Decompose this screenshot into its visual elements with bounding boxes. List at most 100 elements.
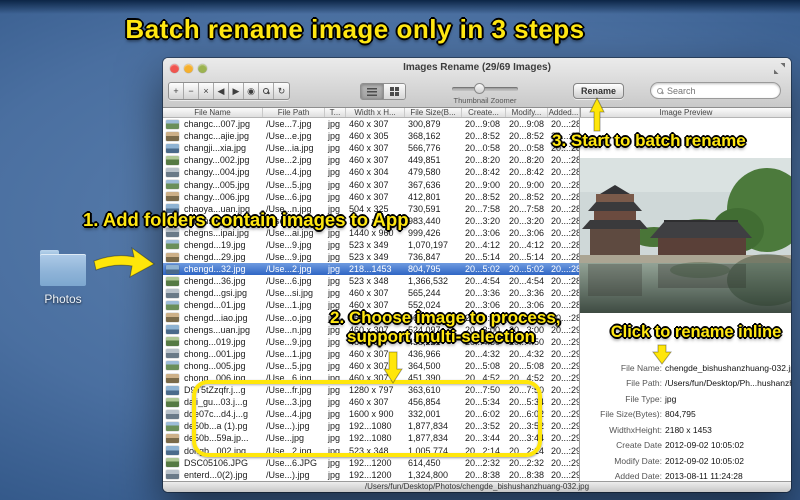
delete-button[interactable]: × [199,83,214,99]
info-row: File Size(Bytes): 804,795 [600,409,696,420]
file-thumbnail [166,192,179,202]
annotation-step3: 3. Start to batch rename [552,131,746,150]
file-thumbnail [166,397,179,407]
window-chrome: Images Rename (29/69 Images) + − × ◀ ▶ ◉ ↻ Thu… [163,58,791,108]
info-row: Create Date 2012-09-02 10:05:02 [616,440,744,451]
add-button[interactable]: + [169,83,184,99]
table-row[interactable]: chong...005.jpg/Use...5.jpg jpg 460 x 307 3… [163,360,579,372]
file-thumbnail [166,433,179,443]
file-thumbnail [166,276,179,286]
table-row[interactable]: chengd...32.jpg/Use...2.jpg jpg 218...1453… [163,263,579,276]
column-header-3[interactable]: T... [325,108,346,117]
file-thumbnail [166,264,179,274]
table-row[interactable]: changc...007.jpg/Use...7.jpg jpg 460 x 307… [163,118,579,130]
info-row: File Type: jpg [625,393,677,404]
file-thumbnail [166,458,179,468]
file-thumbnail [166,300,179,310]
table-row[interactable]: chengd...19.jpg/Use...9.jpg jpg 523 x 349 1… [163,239,579,251]
file-thumbnail [166,119,179,129]
info-row: WidthxHeight: 2180 x 1453 [609,424,712,435]
fullscreen-icon[interactable] [774,63,785,74]
annotation-step1: 1. Add folders contain images to App [83,209,409,230]
info-row: File Name: chengde_bishushanzhuang-032.jp… [620,362,791,373]
table-row[interactable]: changy...004.jpg/Use...4.jpg jpg 460 x 304… [163,166,579,178]
annotation-rename-inline: Click to rename inline [610,323,782,341]
grid-view-button[interactable] [383,84,405,99]
info-row: File Path:/Users/fun/Desktop/Ph...hushan… [626,378,791,389]
file-thumbnail [166,180,179,190]
table-row[interactable]: changji...xia.jpg/Use...ia.jpg jpg 460 x 3… [163,142,579,154]
search-tool-button[interactable] [259,83,274,99]
status-path: /Users/fun/Desktop/Photos/chengde_bishus… [364,482,590,491]
file-info-panel: File Name: chengde_bishushanzhuang-032.jp… [580,360,791,484]
thumbnail-zoomer-slider[interactable] [452,83,518,94]
column-header-8[interactable]: Added... [548,108,580,117]
file-thumbnail [166,446,179,456]
file-thumbnail [166,252,179,262]
search-input[interactable] [667,85,774,96]
table-row[interactable]: changy...005.jpg/Use...5.jpg jpg 460 x 307… [163,178,579,190]
file-thumbnail [166,240,179,250]
info-row: Modify Date: 2012-09-02 10:05:02 [614,455,744,466]
titlebar[interactable]: Images Rename (29/69 Images) [163,58,791,78]
magnifier-icon [263,88,269,94]
file-thumbnail [166,409,179,419]
remove-button[interactable]: − [184,83,199,99]
desktop: { "banner": "Batch rename image only in … [0,0,800,500]
thumbnail-zoomer-label: Thumbnail Zoomer [453,96,517,105]
annotation-step2: 2. Choose image to process, support mult… [330,308,561,346]
file-thumbnail [166,131,179,141]
file-thumbnail [166,313,179,323]
preview-panel: File Name: chengde_bishushanzhuang-032.jp… [580,118,791,481]
view-mode-segmented-control [360,83,406,100]
file-thumbnail [166,337,179,347]
column-header-row: File Name File Path T... Width x H... File S… [163,108,791,118]
arrow-folder-to-app-icon [93,246,155,278]
window-title: Images Rename (29/69 Images) [403,62,551,73]
image-preview-header: Image Preview [580,108,791,117]
column-header-1[interactable]: File Name [163,108,263,117]
column-header-6[interactable]: Create... [462,108,506,117]
table-row[interactable]: enterd...0(2).jpg/Use...).jpg jpg 192...12… [163,469,579,481]
search-field[interactable] [650,82,781,99]
table-row[interactable]: DSC05106.JPG/Use...6.JPG jpg 192...1200 614… [163,457,579,469]
file-thumbnail [166,155,179,165]
file-thumbnail [166,385,179,395]
next-button[interactable]: ▶ [229,83,244,99]
file-thumbnail [166,325,179,335]
list-view-icon [367,87,377,96]
table-row[interactable]: changy...002.jpg/Use...2.jpg jpg 460 x 307… [163,154,579,166]
table-row[interactable]: chengd...29.jpg/Use...9.jpg jpg 523 x 349 7… [163,251,579,263]
banner-title: Batch rename image only in 3 steps [125,14,585,44]
column-header-4[interactable]: Width x H... [346,108,405,117]
file-thumbnail [166,470,179,480]
column-header-5[interactable]: File Size(B... [405,108,462,117]
list-view-button[interactable] [361,84,383,99]
prev-button[interactable]: ◀ [214,83,229,99]
file-thumbnail [166,373,179,383]
column-header-7[interactable]: Modify... [506,108,548,117]
table-row[interactable]: chengd...gsi.jpg/Use...si.jpg jpg 460 x 30… [163,287,579,299]
preview-button[interactable]: ◉ [244,83,259,99]
table-row[interactable]: changy...006.jpg/Use...6.jpg jpg 460 x 307… [163,191,579,203]
preview-photo [580,158,791,313]
rename-button[interactable]: Rename [573,83,624,99]
photos-folder-icon[interactable] [40,250,86,286]
search-icon [657,87,663,94]
file-thumbnail [166,167,179,177]
grid-view-icon [390,87,399,96]
table-row[interactable]: chong...001.jpg/Use...1.jpg jpg 460 x 307 4… [163,348,579,360]
file-thumbnail [166,349,179,359]
refresh-button[interactable]: ↻ [274,83,289,99]
column-header-2[interactable]: File Path [263,108,325,117]
file-thumbnail [166,288,179,298]
table-row[interactable]: changc...ajie.jpg/Use...e.jpg jpg 460 x 30… [163,130,579,142]
slider-knob[interactable] [474,83,485,94]
toolbar-button-group: + − × ◀ ▶ ◉ ↻ [168,82,290,100]
file-thumbnail [166,143,179,153]
toolbar: + − × ◀ ▶ ◉ ↻ Thumbnail Zoomer Rename [163,78,791,108]
selection-lasso [192,380,542,457]
file-thumbnail [166,361,179,371]
table-row[interactable]: chengd...36.jpg/Use...6.jpg jpg 523 x 348 1… [163,275,579,287]
file-thumbnail [166,421,179,431]
